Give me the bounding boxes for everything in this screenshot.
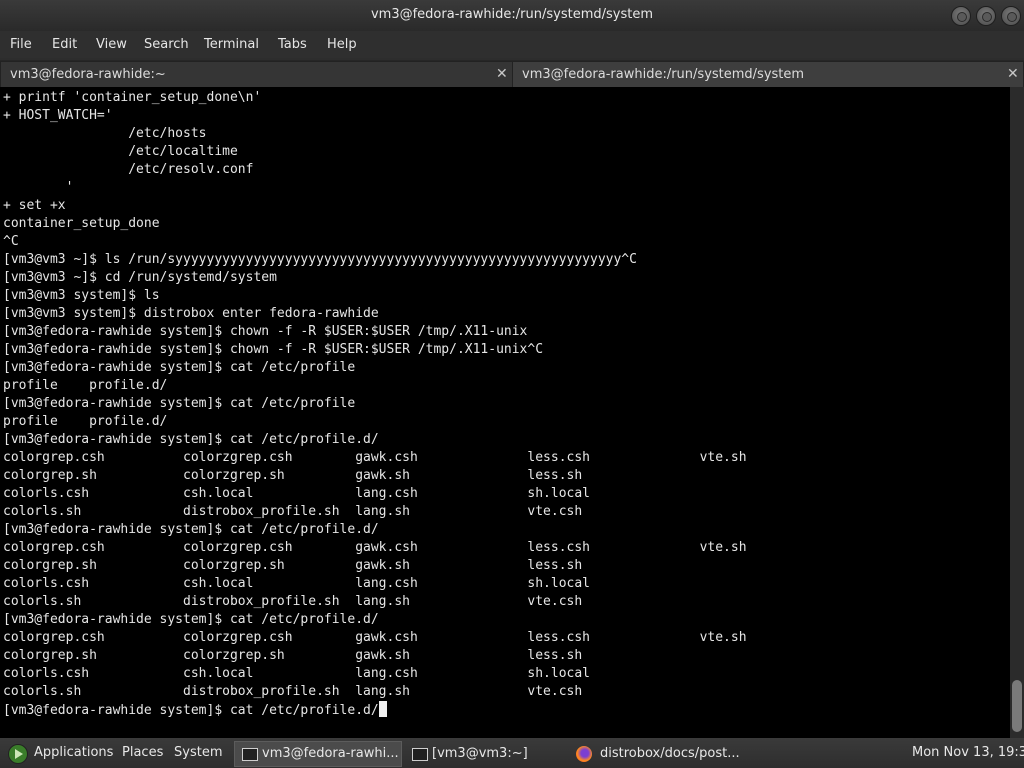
tab-systemd-close-icon[interactable]: ✕: [1007, 66, 1019, 82]
taskbar-item-label: [vm3@vm3:~]: [432, 746, 528, 761]
scrollbar-thumb[interactable]: [1012, 680, 1022, 732]
taskbar-item-label: distrobox/docs/post...: [600, 746, 740, 761]
terminal-line: [vm3@fedora-rawhide system]$ chown -f -R…: [3, 324, 528, 339]
tab-home-label: vm3@fedora-rawhide:~: [10, 67, 166, 82]
menu-bar: File Edit View Search Terminal Tabs Help: [0, 31, 1024, 58]
terminal-line: + printf 'container_setup_done\n': [3, 90, 262, 105]
bottom-panel: Applications Places System vm3@fedora-ra…: [0, 738, 1024, 768]
terminal-window: vm3@fedora-rawhide:/run/systemd/system F…: [0, 0, 1024, 738]
terminal-line: + set +x: [3, 198, 66, 213]
terminal-output[interactable]: + printf 'container_setup_done\n' + HOST_…: [0, 87, 1010, 738]
terminal-line: [vm3@fedora-rawhide system]$ cat /etc/pr…: [3, 522, 379, 537]
taskbar-item-firefox[interactable]: distrobox/docs/post...: [568, 741, 746, 767]
terminal-line: colorls.sh distrobox_profile.sh lang.sh …: [3, 504, 583, 519]
terminal-line: [vm3@vm3 ~]$ cd /run/systemd/system: [3, 270, 277, 285]
tab-bar: vm3@fedora-rawhide:~ ✕ vm3@fedora-rawhid…: [0, 60, 1024, 88]
terminal-line: [vm3@fedora-rawhide system]$ cat /etc/pr…: [3, 360, 356, 375]
window-title: vm3@fedora-rawhide:/run/systemd/system: [370, 7, 654, 22]
terminal-line: colorls.csh csh.local lang.csh sh.local: [3, 486, 590, 501]
system-menu[interactable]: System: [174, 745, 222, 760]
terminal-line: [vm3@fedora-rawhide system]$ cat /etc/pr…: [3, 612, 379, 627]
terminal-text: + printf 'container_setup_done\n' + HOST_…: [3, 89, 747, 719]
terminal-line: colorgrep.sh colorzgrep.sh gawk.sh less.…: [3, 558, 583, 573]
maximize-button[interactable]: [976, 6, 996, 26]
terminal-prompt-line: [vm3@fedora-rawhide system]$ cat /etc/pr…: [3, 701, 747, 719]
terminal-line: colorls.csh csh.local lang.csh sh.local: [3, 576, 590, 591]
terminal-line: colorgrep.sh colorzgrep.sh gawk.sh less.…: [3, 468, 583, 483]
clock[interactable]: Mon Nov 13, 19:31: [912, 745, 1024, 760]
terminal-scrollbar[interactable]: [1010, 87, 1024, 738]
terminal-line: profile profile.d/: [3, 378, 168, 393]
terminal-line: /etc/localtime: [3, 144, 238, 159]
title-bar[interactable]: vm3@fedora-rawhide:/run/systemd/system: [0, 0, 1024, 31]
firefox-icon: [576, 746, 592, 762]
fedora-logo-icon[interactable]: [8, 744, 28, 764]
terminal-line: ': [3, 180, 74, 195]
terminal-line: colorgrep.csh colorzgrep.csh gawk.csh le…: [3, 630, 747, 645]
terminal-line: [vm3@vm3 ~]$ ls /run/syyyyyyyyyyyyyyyyyy…: [3, 252, 637, 267]
terminal-line: colorgrep.csh colorzgrep.csh gawk.csh le…: [3, 450, 747, 465]
taskbar-item-terminal-rawhide[interactable]: vm3@fedora-rawhi...: [234, 741, 402, 767]
terminal-line: [vm3@vm3 system]$ ls: [3, 288, 160, 303]
applications-menu[interactable]: Applications: [34, 745, 113, 760]
menu-terminal[interactable]: Terminal: [204, 37, 259, 52]
terminal-line: colorls.sh distrobox_profile.sh lang.sh …: [3, 684, 583, 699]
terminal-icon: [412, 748, 428, 761]
prompt-text: [vm3@fedora-rawhide system]$ cat /etc/pr…: [3, 703, 379, 718]
menu-search[interactable]: Search: [144, 37, 189, 52]
terminal-line: colorgrep.csh colorzgrep.csh gawk.csh le…: [3, 540, 747, 555]
terminal-line: [vm3@fedora-rawhide system]$ chown -f -R…: [3, 342, 544, 357]
menu-file[interactable]: File: [10, 37, 32, 52]
menu-tabs[interactable]: Tabs: [278, 37, 307, 52]
terminal-line: colorls.csh csh.local lang.csh sh.local: [3, 666, 590, 681]
minimize-button[interactable]: [951, 6, 971, 26]
terminal-line: colorls.sh distrobox_profile.sh lang.sh …: [3, 594, 583, 609]
terminal-line: /etc/resolv.conf: [3, 162, 254, 177]
terminal-line: [vm3@fedora-rawhide system]$ cat /etc/pr…: [3, 396, 356, 411]
menu-help[interactable]: Help: [327, 37, 357, 52]
tab-systemd[interactable]: vm3@fedora-rawhide:/run/systemd/system ✕: [512, 61, 1024, 87]
text-cursor: [378, 701, 387, 717]
tab-home[interactable]: vm3@fedora-rawhide:~ ✕: [0, 61, 513, 88]
menu-view[interactable]: View: [96, 37, 127, 52]
terminal-line: [vm3@fedora-rawhide system]$ cat /etc/pr…: [3, 432, 379, 447]
terminal-line: colorgrep.sh colorzgrep.sh gawk.sh less.…: [3, 648, 583, 663]
terminal-line: [vm3@vm3 system]$ distrobox enter fedora…: [3, 306, 379, 321]
tab-systemd-label: vm3@fedora-rawhide:/run/systemd/system: [522, 67, 805, 82]
taskbar-item-terminal-vm3[interactable]: [vm3@vm3:~]: [404, 741, 566, 767]
tab-home-close-icon[interactable]: ✕: [496, 66, 508, 82]
terminal-line: ^C: [3, 234, 19, 249]
terminal-icon: [242, 748, 258, 761]
terminal-line: profile profile.d/: [3, 414, 168, 429]
terminal-line: + HOST_WATCH=': [3, 108, 113, 123]
terminal-line: container_setup_done: [3, 216, 160, 231]
menu-edit[interactable]: Edit: [52, 37, 77, 52]
places-menu[interactable]: Places: [122, 745, 163, 760]
taskbar-item-label: vm3@fedora-rawhi...: [262, 746, 399, 761]
close-window-button[interactable]: [1001, 6, 1021, 26]
terminal-line: /etc/hosts: [3, 126, 207, 141]
